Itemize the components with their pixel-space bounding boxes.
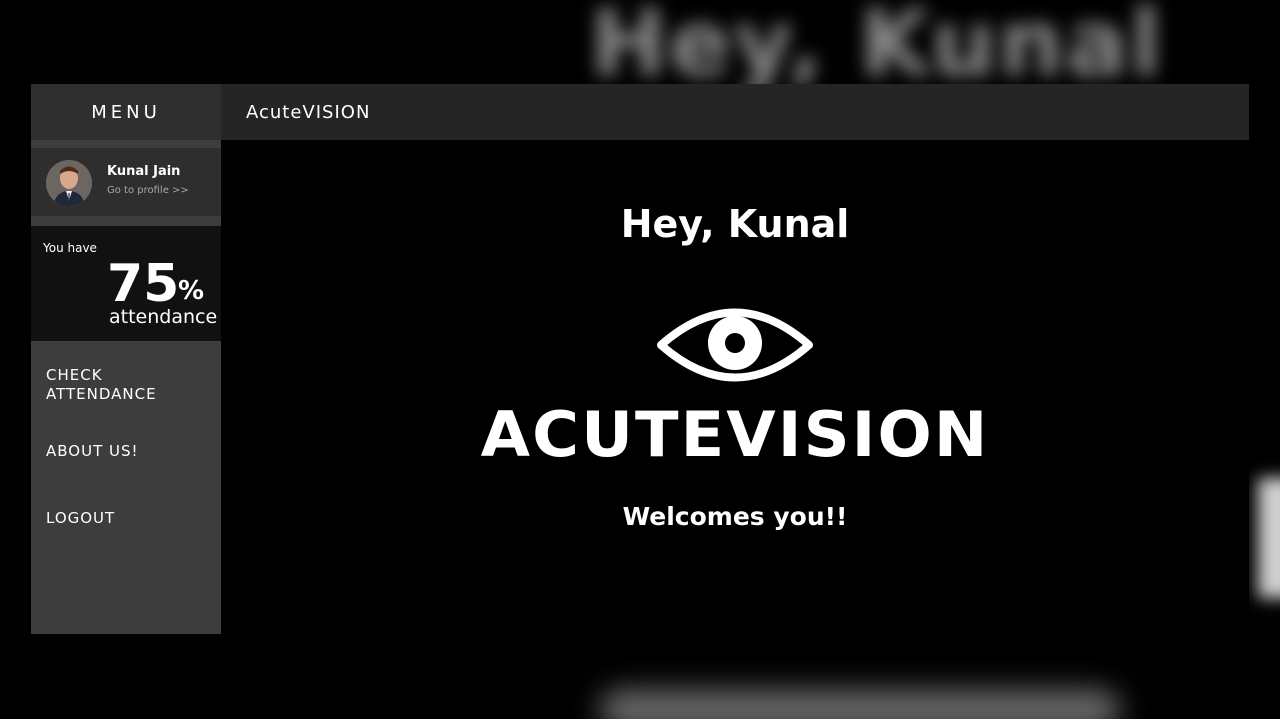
nav-logout[interactable]: LOGOUT: [46, 509, 206, 528]
profile-name: Kunal Jain: [107, 164, 181, 179]
welcome-message: Welcomes you!!: [622, 502, 848, 531]
nav-about-us-label: ABOUT US!: [46, 442, 139, 460]
nav-about-us[interactable]: ABOUT US!: [46, 442, 206, 461]
brand-title: AcuteVISION: [246, 101, 371, 123]
nav-check-attendance-label: CHECK ATTENDANCE: [46, 366, 157, 403]
menu-title: MENU: [31, 84, 221, 140]
sidebar: MENU Kunal Jain Go to profile >> You hav…: [31, 84, 221, 634]
attendance-label: attendance: [109, 306, 218, 328]
attendance-value: 75: [107, 254, 180, 314]
attendance-unit: %: [178, 276, 205, 306]
top-bar: AcuteVISION: [221, 84, 1249, 140]
blurred-background-title: Hey, Kunal: [590, 0, 1164, 97]
logo-wordmark: ACUTEVISION: [480, 398, 990, 471]
blurred-background-edge: [1258, 478, 1280, 598]
eye-icon: [657, 308, 813, 382]
attendance-prefix: You have: [43, 241, 97, 255]
attendance-card: You have 75 % attendance: [31, 226, 221, 341]
main-content: Hey, Kunal ACUTEVISION Welcomes you!!: [221, 140, 1249, 634]
screen: Hey, Kunal MENU Kunal Jain Go to profile…: [0, 0, 1280, 719]
nav-logout-label: LOGOUT: [46, 509, 116, 527]
avatar: [46, 160, 92, 206]
app-window: MENU Kunal Jain Go to profile >> You hav…: [31, 84, 1249, 634]
blurred-background-bar: [600, 690, 1120, 719]
greeting-heading: Hey, Kunal: [620, 202, 850, 246]
profile-card[interactable]: Kunal Jain Go to profile >>: [31, 148, 221, 216]
profile-link[interactable]: Go to profile >>: [107, 185, 189, 196]
nav-check-attendance[interactable]: CHECK ATTENDANCE: [46, 366, 206, 404]
